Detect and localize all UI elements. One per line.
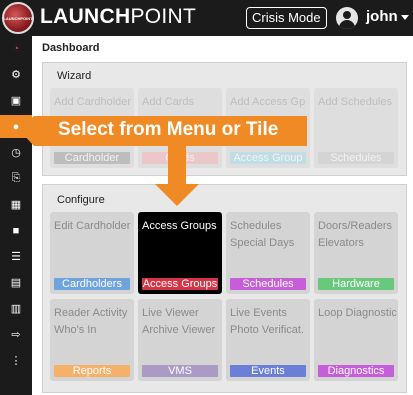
breadcrumb: Dashboard: [42, 42, 100, 54]
chevron-down-icon[interactable]: [401, 15, 409, 20]
wizard-title: Wizard: [57, 70, 92, 82]
tile-link[interactable]: Schedules: [230, 218, 294, 235]
tile-links: Add Cards: [142, 94, 194, 111]
tile-link[interactable]: Special Days: [230, 235, 294, 252]
brand-thin: POINT: [130, 5, 197, 28]
calendar-icon[interactable]: ▥: [0, 297, 32, 320]
configure-tile-events[interactable]: Live Events Photo Verificat. Events: [226, 299, 310, 381]
tile-category-label: Cardholders: [54, 278, 130, 290]
tile-link[interactable]: Live Viewer: [142, 305, 215, 322]
tile-link[interactable]: Archive Viewer: [142, 322, 215, 339]
tile-category-label: Access Groups: [142, 278, 218, 290]
tile-link[interactable]: Loop Diagnostic: [318, 305, 397, 322]
callout-text: Select from Menu or Tile: [58, 119, 279, 140]
brand-bold: LAUNCH: [40, 5, 131, 28]
tile-link[interactable]: Photo Verificat.: [230, 322, 304, 339]
camera-icon[interactable]: ■: [0, 219, 32, 242]
crisis-mode-button[interactable]: Crisis Mode: [246, 7, 327, 29]
tile-category-label: Diagnostics: [318, 365, 394, 377]
tile-category-label: Schedules: [230, 278, 306, 290]
username-label[interactable]: john: [366, 8, 398, 25]
gear-icon[interactable]: ⚙: [0, 63, 32, 86]
configure-tile-vms[interactable]: Live Viewer Archive Viewer VMS: [138, 299, 222, 381]
user-avatar-icon[interactable]: [336, 7, 358, 29]
tile-category-label: Cardholder: [54, 152, 130, 164]
tile-category-label: Reports: [54, 365, 130, 377]
report-icon[interactable]: ☰: [0, 245, 32, 268]
tile-links: Add Schedules: [318, 94, 392, 111]
diagnostics-icon[interactable]: ▤: [0, 271, 32, 294]
tile-link[interactable]: Add Access Gp: [230, 94, 305, 111]
tile-category-label: Events: [230, 365, 306, 377]
tile-category-label: Access Group: [230, 152, 306, 164]
tile-link[interactable]: Add Cards: [142, 94, 194, 111]
tile-link[interactable]: Who's In: [54, 322, 127, 339]
tile-links: Loop Diagnostic: [318, 305, 397, 322]
tile-links: Add Access Gp: [230, 94, 305, 111]
down-arrow-icon: [155, 184, 199, 206]
tile-links: Live Events Photo Verificat.: [230, 305, 304, 339]
configure-tile-diagnostics[interactable]: Loop Diagnostic Diagnostics: [314, 299, 398, 381]
main-content: Dashboard Wizard Add Cardholder Cardholde…: [32, 36, 413, 395]
tile-link[interactable]: Doors/Readers: [318, 218, 392, 235]
configure-title: Configure: [57, 194, 105, 206]
tile-links: Schedules Special Days: [230, 218, 294, 252]
tile-link[interactable]: Add Cardholder: [54, 94, 131, 111]
configure-tile-reports[interactable]: Reader Activity Who's In Reports: [50, 299, 134, 381]
tile-link[interactable]: Add Schedules: [318, 94, 392, 111]
top-bar: LAUNCHPOINT LAUNCHPOINT Crisis Mode john: [0, 0, 413, 36]
brand-title: LAUNCHPOINT: [40, 5, 196, 29]
logo-text: LAUNCHPOINT: [3, 15, 33, 21]
more-icon[interactable]: ⋮: [0, 349, 32, 372]
tile-link[interactable]: Reader Activity: [54, 305, 127, 322]
tile-links: Live Viewer Archive Viewer: [142, 305, 215, 339]
tile-links: Reader Activity Who's In: [54, 305, 127, 339]
tile-category-label: VMS: [142, 365, 218, 377]
sidebar: ◔ ⚙ ▣ ● ◷ ⎘ ▦ ■ ☰ ▤ ▥ ⇨ ⋮: [0, 36, 32, 395]
tile-link[interactable]: Elevators: [318, 235, 392, 252]
key-icon[interactable]: ⎘: [0, 167, 32, 190]
configure-tile-access-groups[interactable]: Access Groups Access Groups: [138, 212, 222, 294]
tile-link[interactable]: Access Groups: [142, 218, 217, 235]
door-icon[interactable]: ▦: [0, 193, 32, 216]
cardholder-icon[interactable]: ▣: [0, 89, 32, 112]
tile-link[interactable]: Live Events: [230, 305, 304, 322]
tile-links: Access Groups: [142, 218, 217, 235]
instruction-callout: Select from Menu or Tile: [20, 116, 307, 146]
wizard-tile-schedules[interactable]: Add Schedules Schedules: [314, 88, 398, 168]
configure-tile-cardholders[interactable]: Edit Cardholder Cardholders: [50, 212, 134, 294]
launchpoint-logo[interactable]: LAUNCHPOINT: [2, 2, 34, 34]
tile-links: Add Cardholder: [54, 94, 131, 111]
tile-category-label: Hardware: [318, 278, 394, 290]
tile-category-label: Schedules: [318, 152, 394, 164]
configure-tile-schedules[interactable]: Schedules Special Days Schedules: [226, 212, 310, 294]
tile-links: Edit Cardholder: [54, 218, 130, 235]
logout-icon[interactable]: ⇨: [0, 323, 32, 346]
tile-links: Doors/Readers Elevators: [318, 218, 392, 252]
tile-link[interactable]: Edit Cardholder: [54, 218, 130, 235]
configure-tile-hardware[interactable]: Doors/Readers Elevators Hardware: [314, 212, 398, 294]
dashboard-icon[interactable]: ◔: [0, 37, 32, 60]
callout-arrow-stem: [168, 146, 186, 184]
